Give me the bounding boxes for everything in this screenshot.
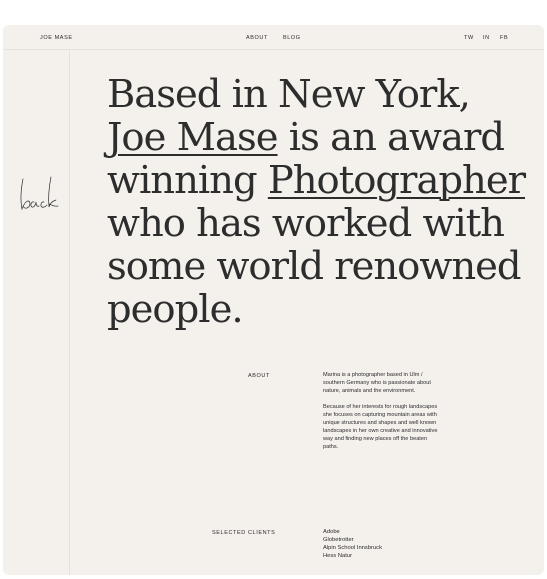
top-navigation-bar: JOE MASE ABOUT BLOG TW IN FB [3, 25, 544, 50]
client-item: Globetrotter [323, 537, 354, 543]
clients-section-label: SELECTED CLIENTS [212, 530, 276, 536]
about-section-label: ABOUT [248, 373, 270, 379]
left-sidebar: back [3, 50, 70, 575]
hero-name-link[interactable]: Joe Mase [107, 115, 279, 160]
hero-line-5: some world renowned [107, 244, 522, 289]
hero-line-3: winning [107, 158, 268, 203]
hero-line-2: is an award [277, 115, 505, 160]
hero-line-4: who has worked with [107, 201, 505, 246]
back-link-handwritten[interactable]: back [17, 175, 61, 215]
nav-link-about[interactable]: ABOUT [246, 35, 268, 41]
brand-logo-link[interactable]: JOE MASE [40, 35, 73, 41]
client-item: Hess Natur [323, 553, 352, 559]
client-item: Alpin School Innsbruck [323, 545, 382, 551]
about-paragraph-1: Marina is a photographer based in Ulm / … [323, 372, 431, 394]
client-item: Adobe [323, 529, 340, 535]
about-paragraph-2: Because of her interests for rough lands… [323, 404, 438, 450]
social-link-instagram[interactable]: IN [483, 35, 490, 41]
hero-headline: Based in New York, Joe Mase is an award … [107, 73, 537, 331]
nav-link-blog[interactable]: BLOG [283, 35, 301, 41]
hero-line-1: Based in New York, [107, 72, 471, 117]
about-text: Marina is a photographer based in Ulm / … [323, 371, 441, 459]
page-frame: JOE MASE ABOUT BLOG TW IN FB back Based … [3, 25, 544, 575]
social-link-facebook[interactable]: FB [500, 35, 508, 41]
clients-list: Adobe Globetrotter Alpin School Innsbruc… [323, 528, 382, 560]
hero-line-6: people. [107, 287, 244, 332]
social-link-twitter[interactable]: TW [464, 35, 474, 41]
hero-profession-link[interactable]: Photographer [268, 158, 526, 203]
